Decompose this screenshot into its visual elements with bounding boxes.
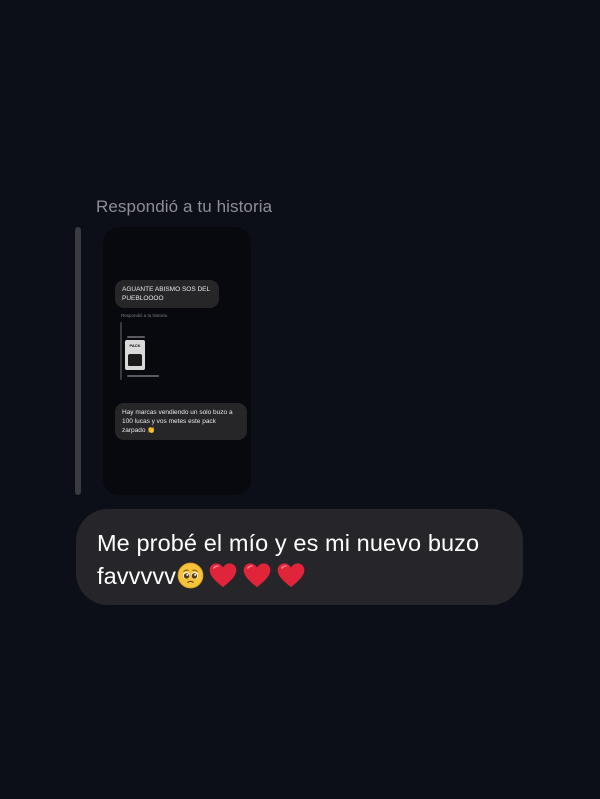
- story-reply-caption: Respondió a tu historia: [96, 197, 273, 216]
- story-inner-quote-bar: [120, 322, 122, 380]
- dm-conversation: Respondió a tu historia AGUANTE ABISMO S…: [0, 0, 600, 799]
- story-product-caption: [127, 375, 159, 377]
- red-heart-icon: [277, 563, 305, 588]
- story-quote-bar: [75, 227, 81, 495]
- red-heart-icon: [243, 563, 271, 588]
- story-reply-caption-small: Respondió a tu historia: [121, 313, 168, 318]
- message-bubble[interactable]: Me probé el mío y es mi nuevo buzo favvv…: [76, 509, 523, 605]
- story-product-header: [127, 336, 145, 338]
- story-thumbnail[interactable]: AGUANTE ABISMO SOS DEL PUEBLOOOO Respond…: [103, 227, 251, 495]
- pleading-face-icon: [177, 562, 204, 589]
- story-product-label: PACK: [129, 343, 141, 348]
- story-message-1: AGUANTE ABISMO SOS DEL PUEBLOOOO: [115, 280, 219, 308]
- story-message-2: Hay marcas vendiendo un solo buzo a 100 …: [115, 403, 247, 440]
- hoodie-icon: [128, 354, 142, 366]
- red-heart-icon: [209, 563, 237, 588]
- story-product-image: PACK: [125, 340, 145, 370]
